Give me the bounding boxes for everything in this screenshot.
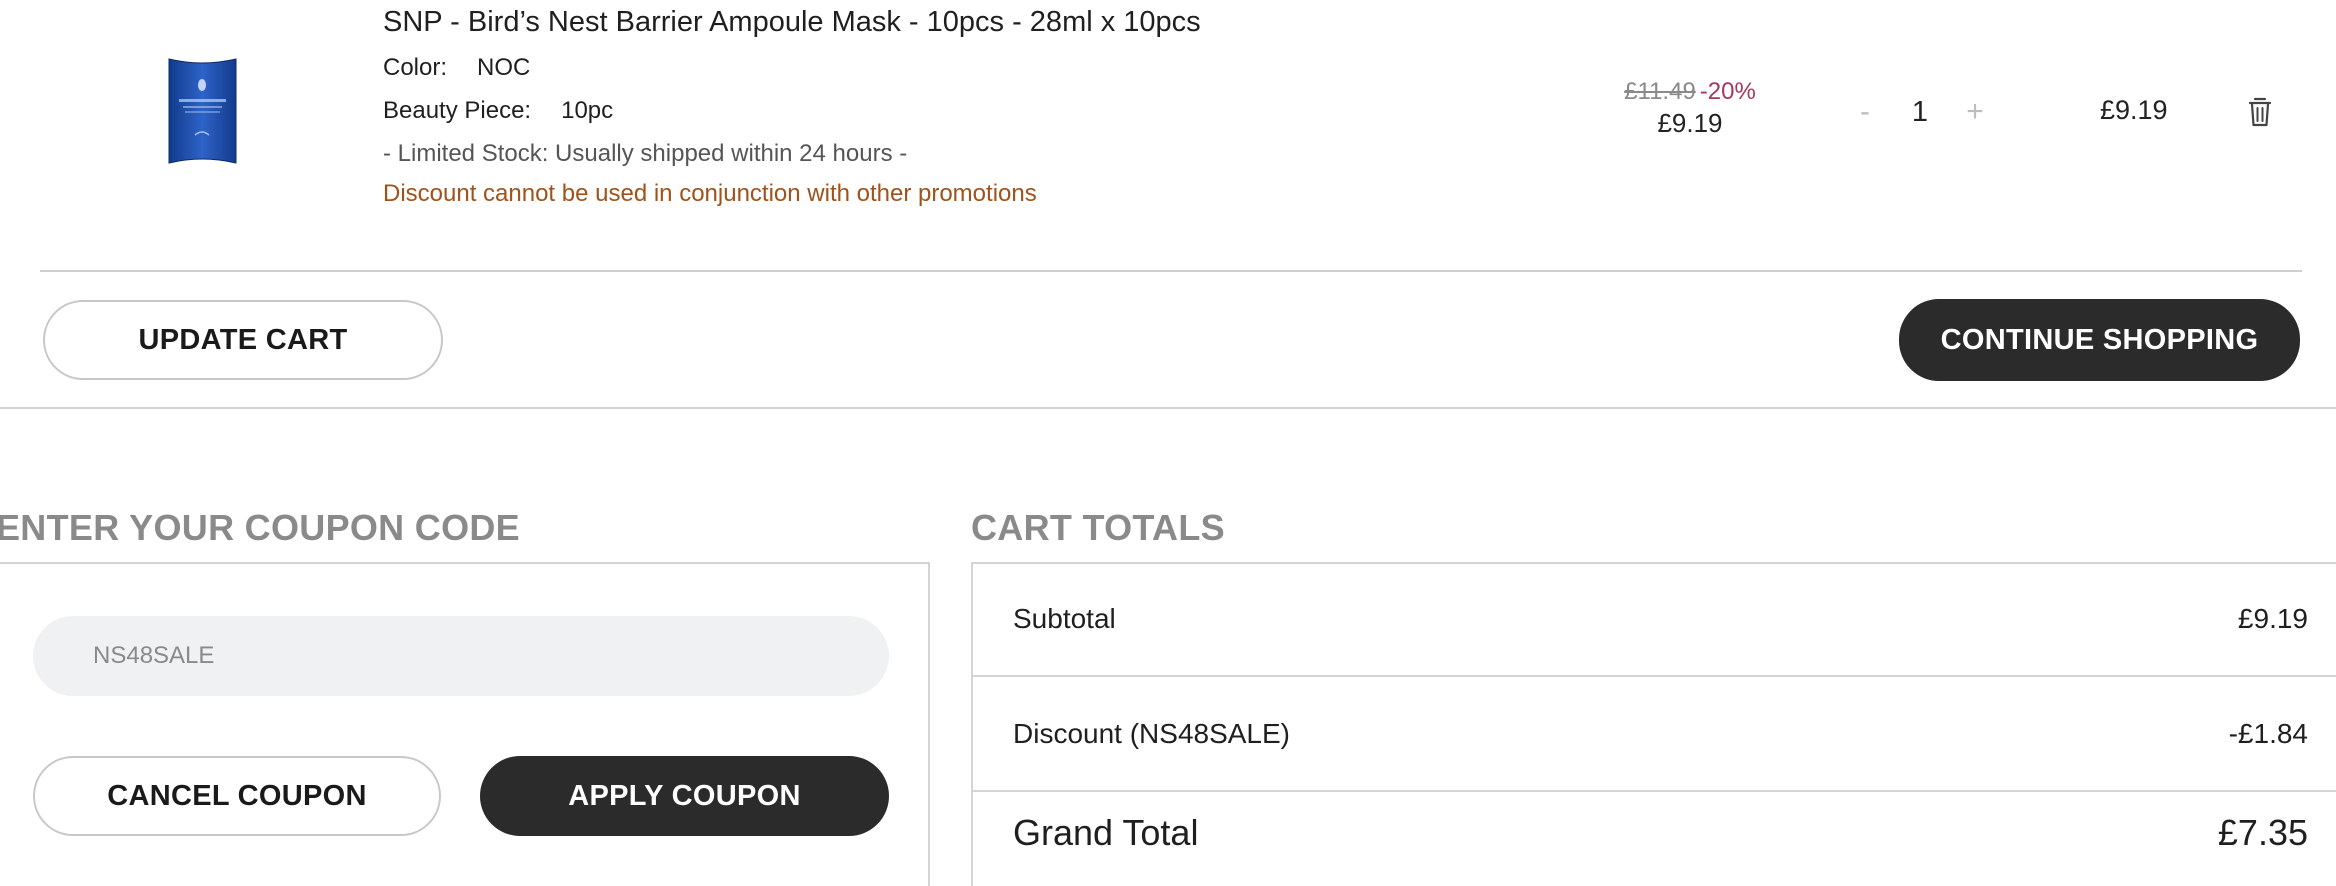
- color-label: Color:: [383, 54, 448, 81]
- product-piece-row: Beauty Piece: 10pc: [383, 97, 613, 125]
- sale-price: £9.19: [1657, 108, 1723, 138]
- quantity-value[interactable]: 1: [1912, 96, 1928, 129]
- subtotal-row: Subtotal £9.19: [971, 562, 2336, 677]
- coupon-panel: [0, 562, 930, 886]
- discount-label: Discount (NS48SALE): [1013, 717, 1291, 749]
- product-sachet-image: [168, 58, 237, 164]
- item-divider: [40, 270, 2302, 272]
- remove-item-button[interactable]: [2245, 95, 2275, 129]
- color-value: NOC: [477, 54, 531, 81]
- subtotal-label: Subtotal: [1013, 602, 1116, 634]
- cancel-coupon-button[interactable]: CANCEL COUPON: [33, 756, 441, 836]
- cart-totals-heading: CART TOTALS: [971, 507, 1225, 548]
- subtotal-value: £9.19: [2237, 602, 2308, 634]
- stock-note: - Limited Stock: Usually shipped within …: [383, 140, 908, 167]
- piece-label: Beauty Piece:: [383, 97, 532, 124]
- grand-total-label: Grand Total: [1013, 812, 1199, 853]
- product-thumbnail[interactable]: [165, 55, 240, 167]
- discount-value: -£1.84: [2228, 717, 2308, 749]
- continue-shopping-button[interactable]: CONTINUE SHOPPING: [1899, 299, 2300, 381]
- trash-icon: [2248, 97, 2272, 127]
- increase-quantity-button[interactable]: +: [1960, 92, 1990, 132]
- grand-total-row: Grand Total £7.35: [971, 812, 2336, 886]
- quantity-stepper: - 1 +: [1850, 92, 1990, 132]
- piece-value: 10pc: [561, 97, 614, 124]
- product-color-row: Color: NOC: [383, 54, 530, 82]
- price-original-row: £11.49 -20%: [1580, 78, 1800, 106]
- product-title[interactable]: SNP - Bird’s Nest Barrier Ampoule Mask -…: [383, 6, 1201, 39]
- decrease-quantity-button[interactable]: -: [1850, 92, 1880, 132]
- line-total: £9.19: [2100, 95, 2168, 125]
- cart-item-row: SNP - Bird’s Nest Barrier Ampoule Mask -…: [0, 0, 2336, 272]
- section-divider: [0, 407, 2336, 409]
- coupon-heading: ENTER YOUR COUPON CODE: [0, 507, 520, 548]
- promo-restriction-note: Discount cannot be used in conjunction w…: [383, 180, 1037, 207]
- update-cart-button[interactable]: UPDATE CART: [43, 300, 443, 380]
- original-price: £11.49: [1624, 78, 1696, 105]
- discount-percent: -20%: [1699, 78, 1756, 105]
- unit-price: £11.49 -20% £9.19: [1580, 78, 1800, 139]
- apply-coupon-button[interactable]: APPLY COUPON: [480, 756, 889, 836]
- grand-total-value: £7.35: [2217, 812, 2308, 853]
- coupon-code-input[interactable]: [33, 616, 889, 696]
- discount-row: Discount (NS48SALE) -£1.84: [971, 677, 2336, 792]
